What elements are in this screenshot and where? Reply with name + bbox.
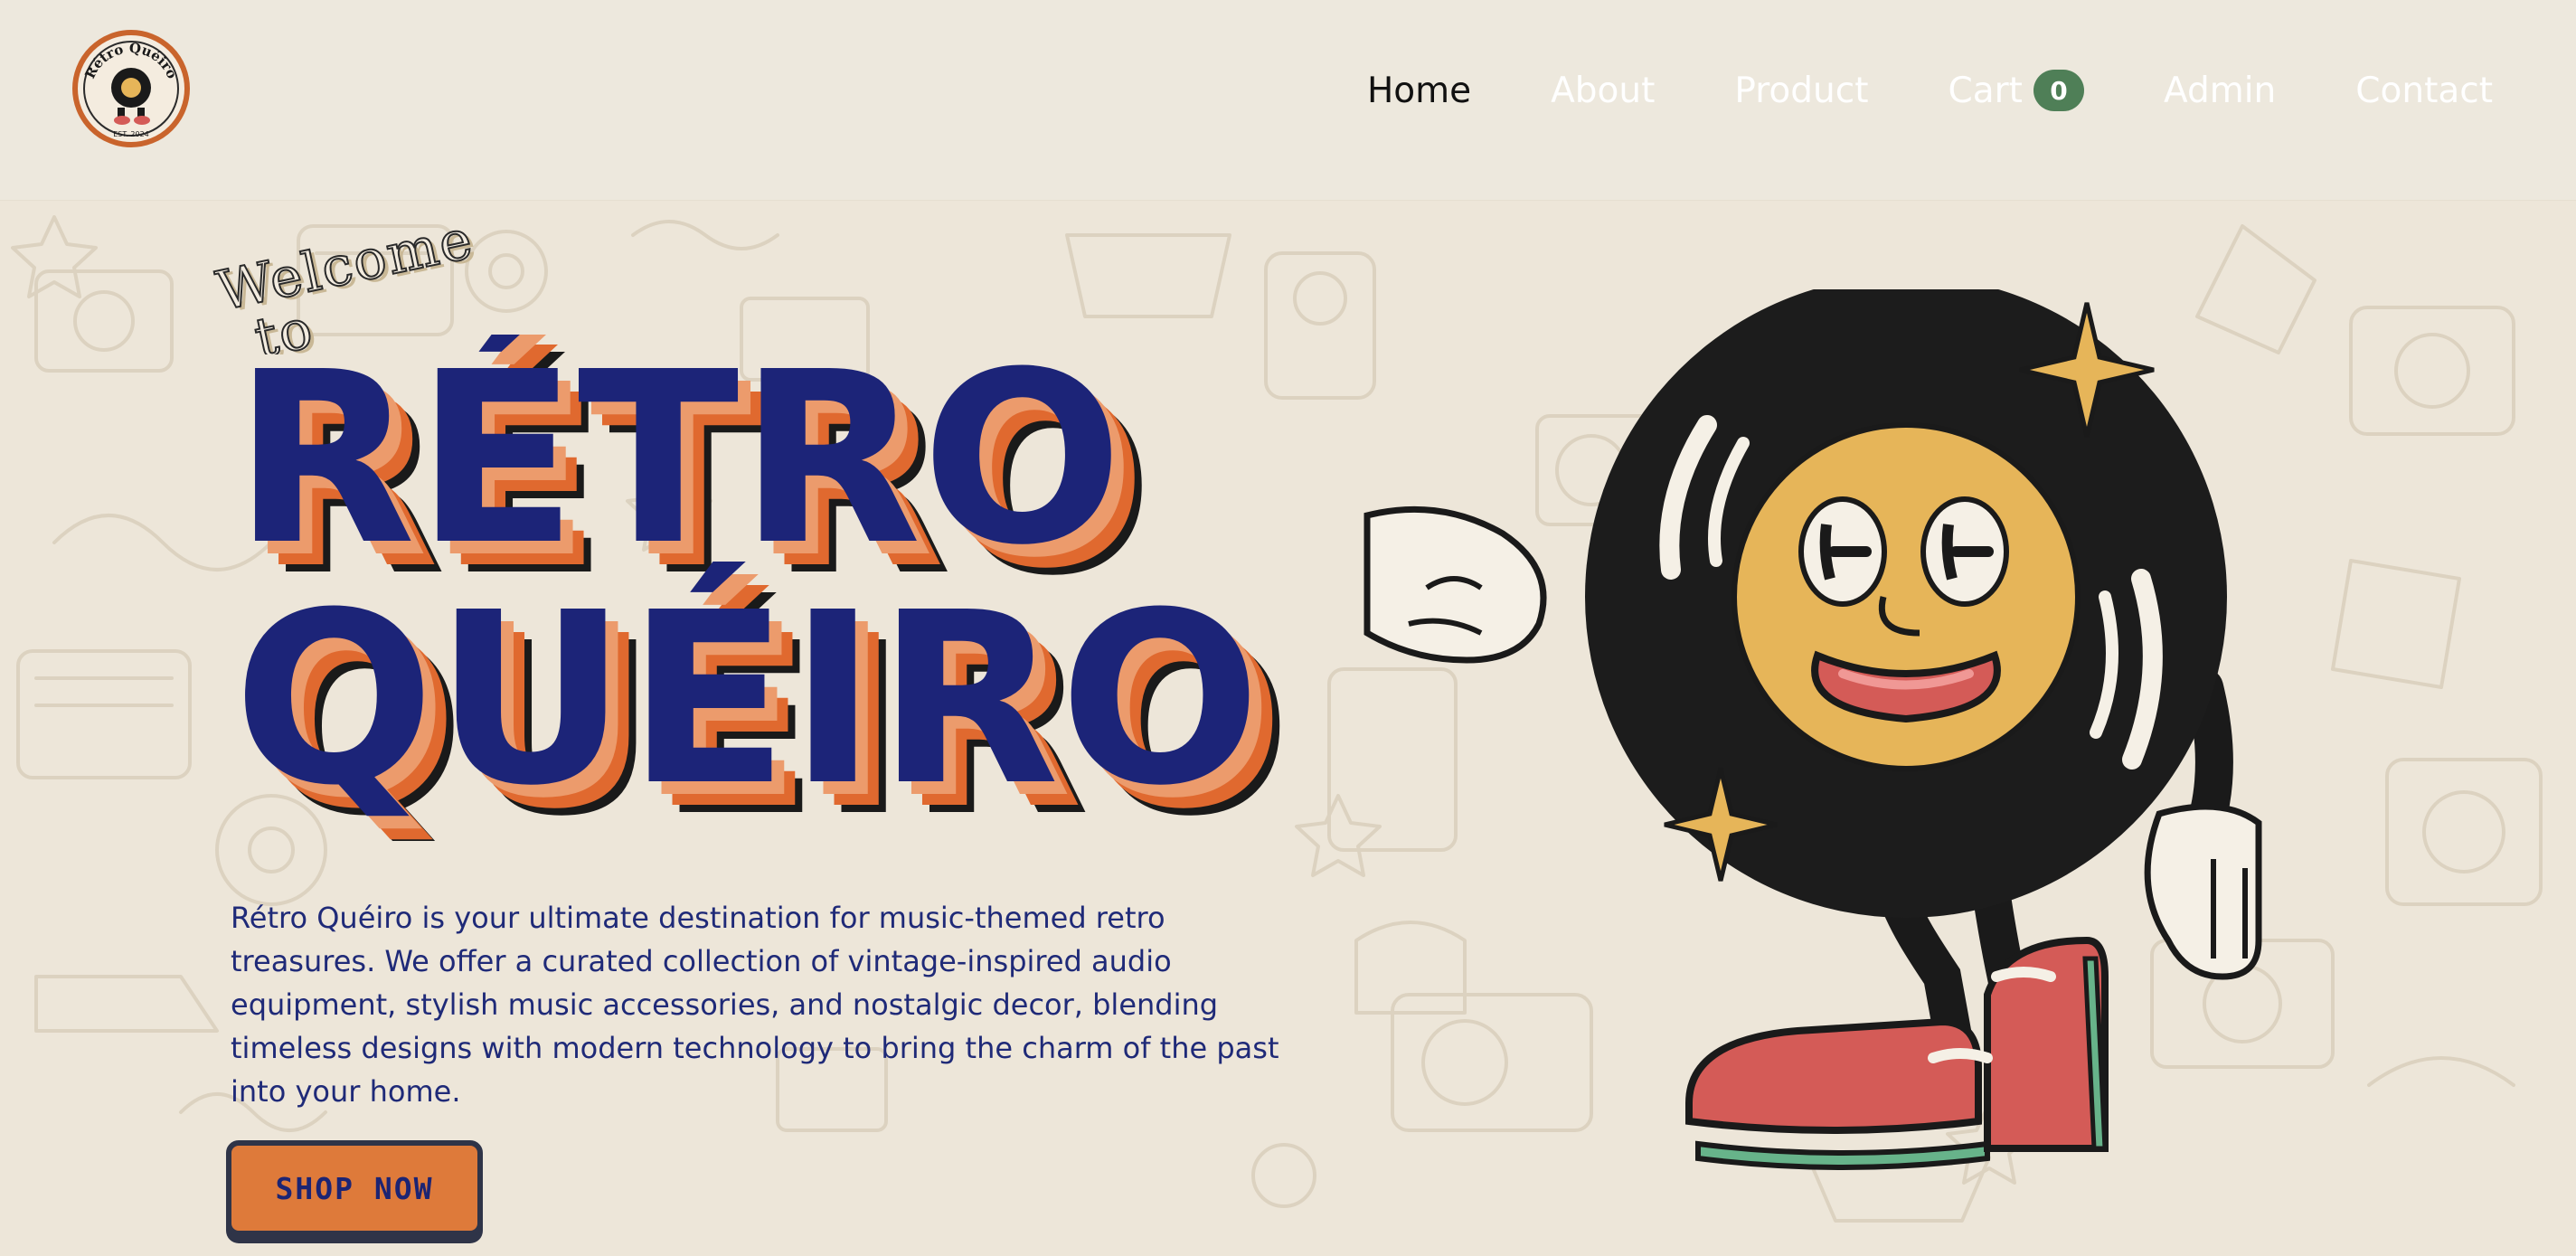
nav-admin-label[interactable]: Admin <box>2164 71 2276 111</box>
brand-title: RÉTRO RÉTRO RÉTRO RÉTRO QUÉIRO QUÉIRO QU… <box>233 335 1291 841</box>
nav-admin[interactable]: Admin <box>2164 71 2276 111</box>
hero-description: Rétro Quéiro is your ultimate destinatio… <box>231 901 1279 1109</box>
title-line2: QUÉIRO <box>233 559 1260 837</box>
welcome-text: Welcome <box>212 210 479 324</box>
nav-about[interactable]: About <box>1551 71 1655 111</box>
shop-now-button[interactable]: SHOP NOW <box>226 1140 483 1236</box>
nav-home-label[interactable]: Home <box>1367 71 1471 111</box>
nav-product[interactable]: Product <box>1734 71 1868 111</box>
nav-home[interactable]: Home <box>1367 71 1471 111</box>
nav-cart[interactable]: Cart 0 <box>1949 70 2084 111</box>
nav-cart-label[interactable]: Cart <box>1949 71 2023 111</box>
logo-tagline: EST. 2024 <box>113 130 149 138</box>
main-nav: Home About Product Cart 0 Admin Contact <box>1367 63 2493 118</box>
site-header: Rétro Quéiro EST. 2024 Home About Produc… <box>0 0 2576 201</box>
welcome-heading: Welcome Welcome to to <box>211 210 481 354</box>
title-line1: RÉTRO <box>233 335 1123 597</box>
page: Rétro Quéiro EST. 2024 Home About Produc… <box>0 0 2576 1256</box>
nav-product-label[interactable]: Product <box>1734 71 1868 111</box>
nav-about-label[interactable]: About <box>1551 71 1655 111</box>
nav-contact[interactable]: Contact <box>2355 71 2493 111</box>
cart-count-badge: 0 <box>2033 70 2084 111</box>
nav-contact-label[interactable]: Contact <box>2355 71 2493 111</box>
vinyl-mascot-icon <box>1363 289 2262 1170</box>
logo-icon[interactable]: Rétro Quéiro EST. 2024 <box>72 30 190 147</box>
